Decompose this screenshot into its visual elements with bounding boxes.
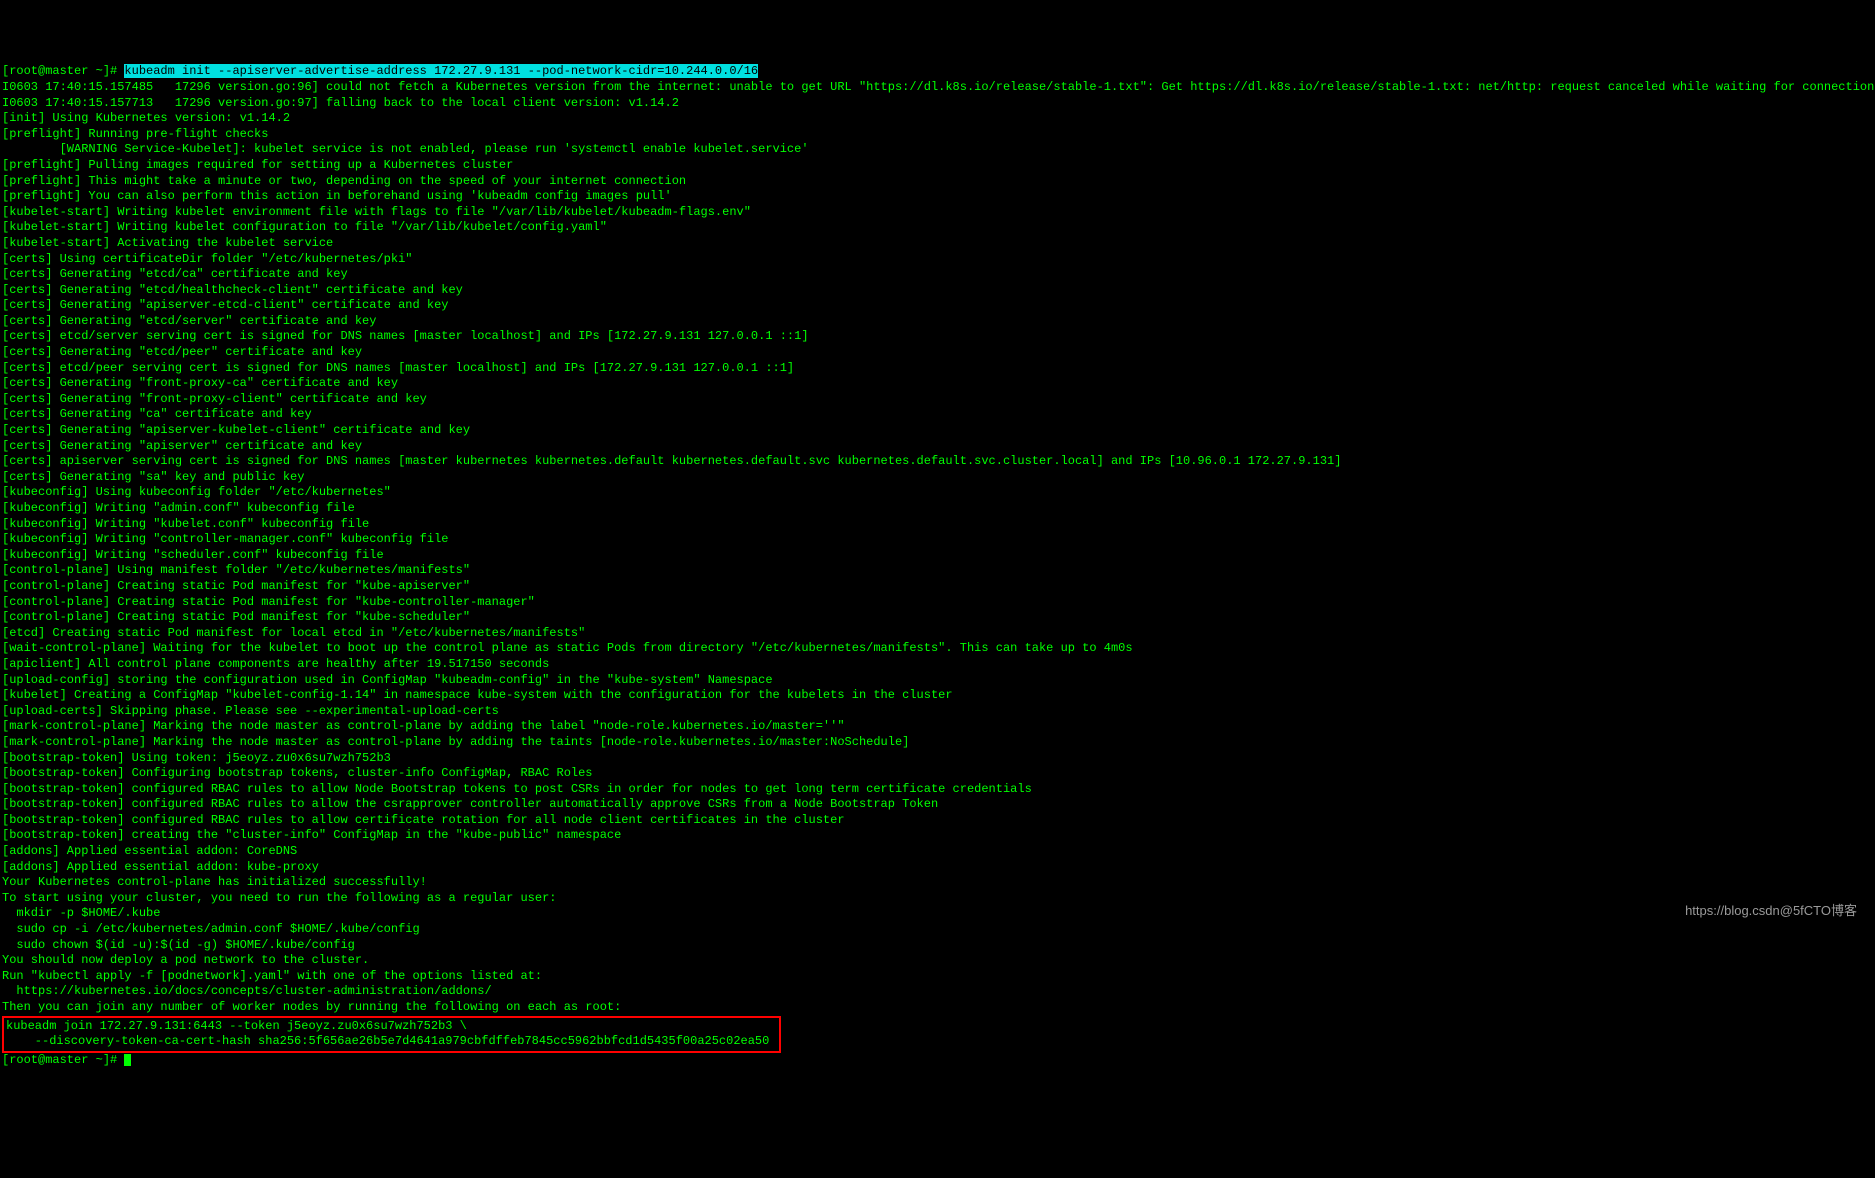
output-line: [certs] apiserver serving cert is signed… (2, 454, 1873, 470)
output-line: [upload-certs] Skipping phase. Please se… (2, 704, 1873, 720)
output-line: [addons] Applied essential addon: CoreDN… (2, 844, 1873, 860)
output-line: [control-plane] Using manifest folder "/… (2, 563, 1873, 579)
output-line: [bootstrap-token] Configuring bootstrap … (2, 766, 1873, 782)
output-line: [bootstrap-token] creating the "cluster-… (2, 828, 1873, 844)
output-line: [kubelet] Creating a ConfigMap "kubelet-… (2, 688, 1873, 704)
output-line: [certs] Generating "ca" certificate and … (2, 407, 1873, 423)
output-line: [certs] Generating "front-proxy-client" … (2, 392, 1873, 408)
output-line: I0603 17:40:15.157713 17296 version.go:9… (2, 96, 1873, 112)
kubeadm-init-command: kubeadm init --apiserver-advertise-addre… (124, 64, 758, 78)
output-line: [init] Using Kubernetes version: v1.14.2 (2, 111, 1873, 127)
command-output-lines: I0603 17:40:15.157485 17296 version.go:9… (2, 80, 1873, 1016)
output-line: You should now deploy a pod network to t… (2, 953, 1873, 969)
output-line: [etcd] Creating static Pod manifest for … (2, 626, 1873, 642)
output-line: [kubelet-start] Activating the kubelet s… (2, 236, 1873, 252)
output-line: [control-plane] Creating static Pod mani… (2, 579, 1873, 595)
output-line: Run "kubectl apply -f [podnetwork].yaml"… (2, 969, 1873, 985)
output-line: [certs] etcd/peer serving cert is signed… (2, 361, 1873, 377)
output-line: mkdir -p $HOME/.kube (2, 906, 1873, 922)
output-line: [addons] Applied essential addon: kube-p… (2, 860, 1873, 876)
output-line: [certs] Generating "apiserver-etcd-clien… (2, 298, 1873, 314)
output-line: [certs] Generating "apiserver" certifica… (2, 439, 1873, 455)
kubeadm-join-highlight-box: kubeadm join 172.27.9.131:6443 --token j… (2, 1016, 781, 1053)
output-line: [certs] Generating "front-proxy-ca" cert… (2, 376, 1873, 392)
output-line: [kubeconfig] Writing "kubelet.conf" kube… (2, 517, 1873, 533)
output-line: [preflight] Running pre-flight checks (2, 127, 1873, 143)
output-line: [kubeconfig] Writing "admin.conf" kubeco… (2, 501, 1873, 517)
output-line: [certs] Using certificateDir folder "/et… (2, 252, 1873, 268)
output-line: [kubelet-start] Writing kubelet environm… (2, 205, 1873, 221)
output-line: sudo chown $(id -u):$(id -g) $HOME/.kube… (2, 938, 1873, 954)
output-line: To start using your cluster, you need to… (2, 891, 1873, 907)
output-line: [mark-control-plane] Marking the node ma… (2, 719, 1873, 735)
join-command-line2: --discovery-token-ca-cert-hash sha256:5f… (6, 1034, 777, 1050)
output-line: [kubelet-start] Writing kubelet configur… (2, 220, 1873, 236)
output-line: [WARNING Service-Kubelet]: kubelet servi… (2, 142, 1873, 158)
output-line: [wait-control-plane] Waiting for the kub… (2, 641, 1873, 657)
output-line: [certs] Generating "etcd/server" certifi… (2, 314, 1873, 330)
output-line: [apiclient] All control plane components… (2, 657, 1873, 673)
output-line: I0603 17:40:15.157485 17296 version.go:9… (2, 80, 1873, 96)
output-line: [bootstrap-token] configured RBAC rules … (2, 782, 1873, 798)
output-line: [kubeconfig] Using kubeconfig folder "/e… (2, 485, 1873, 501)
output-line: [mark-control-plane] Marking the node ma… (2, 735, 1873, 751)
output-line: [preflight] You can also perform this ac… (2, 189, 1873, 205)
cursor-icon (124, 1054, 131, 1066)
output-line: [preflight] This might take a minute or … (2, 174, 1873, 190)
terminal-output[interactable]: [root@master ~]# kubeadm init --apiserve… (2, 64, 1873, 1068)
output-line: [certs] etcd/server serving cert is sign… (2, 329, 1873, 345)
output-line: Your Kubernetes control-plane has initia… (2, 875, 1873, 891)
output-line: [kubeconfig] Writing "controller-manager… (2, 532, 1873, 548)
output-line: [upload-config] storing the configuratio… (2, 673, 1873, 689)
watermark-text: https://blog.csdn@5fCTO博客 (1685, 903, 1857, 920)
output-line: [control-plane] Creating static Pod mani… (2, 610, 1873, 626)
output-line: [kubeconfig] Writing "scheduler.conf" ku… (2, 548, 1873, 564)
output-line: [certs] Generating "etcd/peer" certifica… (2, 345, 1873, 361)
output-line: [bootstrap-token] configured RBAC rules … (2, 813, 1873, 829)
output-line: [certs] Generating "apiserver-kubelet-cl… (2, 423, 1873, 439)
join-command-line1: kubeadm join 172.27.9.131:6443 --token j… (6, 1019, 777, 1035)
shell-prompt: [root@master ~]# (2, 64, 124, 78)
output-line: [bootstrap-token] Using token: j5eoyz.zu… (2, 751, 1873, 767)
output-line: https://kubernetes.io/docs/concepts/clus… (2, 984, 1873, 1000)
output-line: [certs] Generating "sa" key and public k… (2, 470, 1873, 486)
output-line: [certs] Generating "etcd/ca" certificate… (2, 267, 1873, 283)
output-line: [bootstrap-token] configured RBAC rules … (2, 797, 1873, 813)
output-line: [preflight] Pulling images required for … (2, 158, 1873, 174)
output-line: [certs] Generating "etcd/healthcheck-cli… (2, 283, 1873, 299)
output-line: [control-plane] Creating static Pod mani… (2, 595, 1873, 611)
output-line: Then you can join any number of worker n… (2, 1000, 1873, 1016)
shell-prompt-2: [root@master ~]# (2, 1053, 124, 1067)
